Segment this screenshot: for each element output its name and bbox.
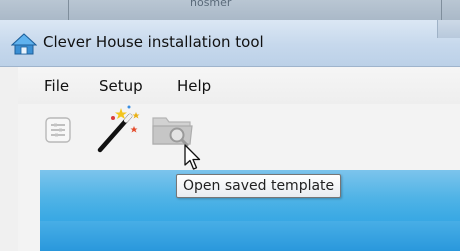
menu-file[interactable]: File xyxy=(44,77,69,95)
content-banner-bar xyxy=(40,221,460,251)
title-bar[interactable]: Clever House installation tool xyxy=(0,20,460,67)
settings-list-icon[interactable] xyxy=(44,116,72,144)
background-window-strip: hosmer xyxy=(0,0,460,20)
house-icon xyxy=(11,33,37,55)
toolbar xyxy=(18,104,460,164)
menu-setup[interactable]: Setup xyxy=(99,77,143,95)
tooltip: Open saved template xyxy=(176,174,342,198)
background-divider xyxy=(68,0,69,20)
menu-bar: File Setup Help xyxy=(18,67,460,104)
background-divider xyxy=(441,0,442,20)
menu-help[interactable]: Help xyxy=(177,77,211,95)
background-window-label: hosmer xyxy=(190,0,232,9)
window-control-button[interactable] xyxy=(437,20,460,38)
mouse-cursor-icon xyxy=(184,144,201,170)
window-title: Clever House installation tool xyxy=(43,33,264,51)
magic-wand-icon[interactable] xyxy=(96,104,142,154)
